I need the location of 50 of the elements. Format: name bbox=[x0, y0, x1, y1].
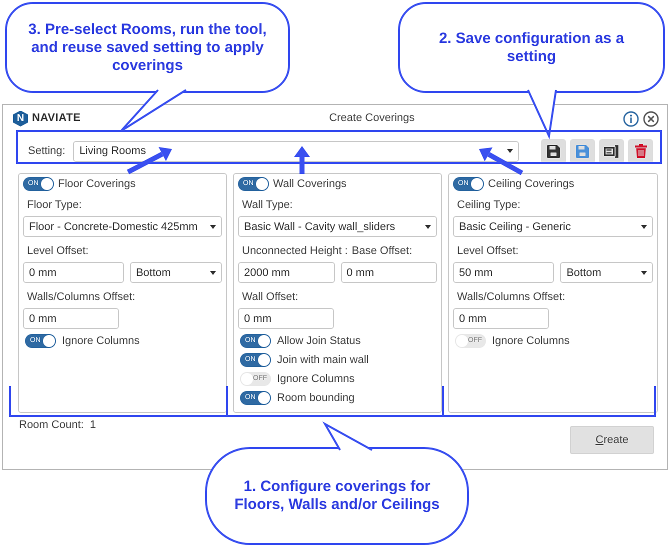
panel-title: Wall Coverings bbox=[273, 178, 347, 191]
info-icon[interactable] bbox=[623, 110, 639, 126]
callout-bubble: 2. Save configuration as a setting bbox=[398, 2, 665, 93]
field-label: Level Offset: bbox=[457, 245, 519, 258]
position-dropdown[interactable]: Bottom bbox=[560, 262, 653, 284]
offset-field[interactable]: 0 mm bbox=[238, 308, 334, 330]
field-label: Walls/Columns Offset: bbox=[457, 291, 566, 304]
field-label: Base Offset: bbox=[352, 245, 412, 258]
height-field[interactable]: 0 mm bbox=[340, 262, 437, 284]
panel-title: Floor Coverings bbox=[58, 178, 136, 191]
delete-button[interactable] bbox=[628, 138, 653, 164]
field-label: Walls/Columns Offset: bbox=[27, 291, 136, 304]
option-label: Ignore Columns bbox=[62, 334, 140, 348]
offset-field[interactable]: 0 mm bbox=[453, 308, 549, 330]
panel-title: Ceiling Coverings bbox=[488, 178, 574, 191]
option-label: Allow Join Status bbox=[277, 334, 361, 348]
field-label: Ceiling Type: bbox=[457, 199, 520, 212]
copy-icon bbox=[604, 144, 619, 158]
field-label: Level Offset: bbox=[27, 245, 89, 258]
save-button[interactable] bbox=[541, 138, 566, 164]
offset-field[interactable]: 50 mm bbox=[453, 262, 554, 284]
callout-tail bbox=[322, 421, 373, 451]
room-count: Room Count: 1 bbox=[19, 419, 96, 432]
setting-dropdown[interactable]: Living Rooms bbox=[73, 140, 520, 162]
option-label: Room bounding bbox=[277, 392, 355, 405]
type-dropdown[interactable]: Basic Wall - Cavity wall_sliders bbox=[238, 216, 437, 238]
field-label: Wall Offset: bbox=[242, 291, 298, 304]
trash-icon bbox=[634, 144, 646, 158]
close-icon[interactable] bbox=[643, 110, 659, 126]
type-dropdown[interactable]: Floor - Concrete-Domestic 425mm bbox=[23, 216, 222, 238]
position-dropdown[interactable]: Bottom bbox=[130, 262, 222, 284]
field-label: Wall Type: bbox=[242, 199, 293, 212]
option-label: Ignore Columns bbox=[492, 334, 570, 348]
create-button[interactable]: Create bbox=[570, 426, 654, 454]
arrow bbox=[294, 146, 310, 174]
option-label: Join with main wall bbox=[277, 354, 369, 367]
arrow bbox=[479, 147, 524, 176]
height-field[interactable]: 2000 mm bbox=[238, 262, 334, 284]
window-title: Create Coverings bbox=[329, 112, 415, 124]
type-dropdown[interactable]: Basic Ceiling - Generic bbox=[453, 216, 653, 238]
logo-text: NAVIATE bbox=[32, 111, 81, 126]
offset-field[interactable]: 0 mm bbox=[23, 308, 119, 330]
offset-field[interactable]: 0 mm bbox=[23, 262, 124, 284]
setting-label: Setting: bbox=[28, 144, 66, 158]
logo-mark: N bbox=[13, 110, 28, 126]
field-label: Floor Type: bbox=[27, 199, 82, 212]
copy-button[interactable] bbox=[599, 138, 624, 164]
save-as-button[interactable] bbox=[570, 138, 595, 164]
field-label: Unconnected Height : bbox=[242, 245, 348, 258]
option-label: Ignore Columns bbox=[277, 372, 355, 386]
